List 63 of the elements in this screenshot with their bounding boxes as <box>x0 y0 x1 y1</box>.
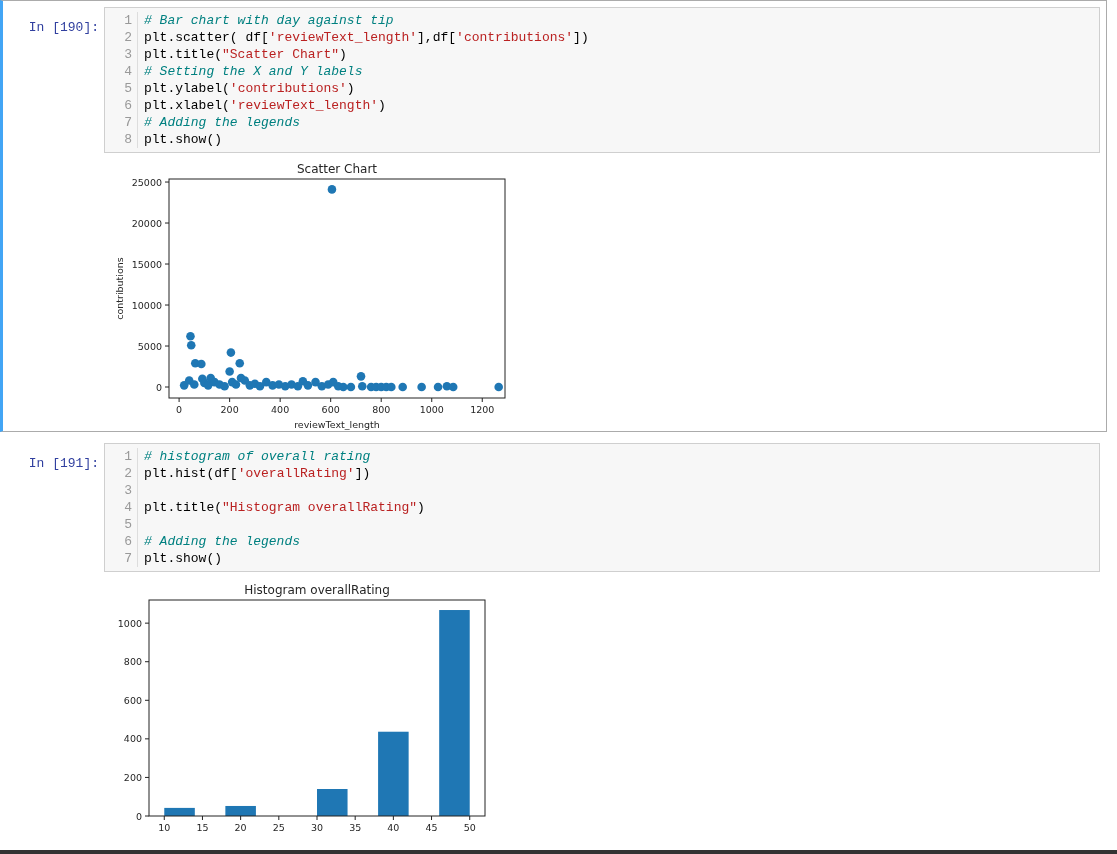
tick-label: 35 <box>349 822 362 832</box>
tick-label: 1200 <box>470 404 495 415</box>
code-line: # Adding the legends <box>144 534 301 549</box>
code-line: # Bar chart with day against tip <box>144 13 394 28</box>
line-number: 8 <box>124 132 132 147</box>
code-line: plt.scatter( df['reviewText_length'],df['contributions']) <box>144 30 589 45</box>
code-line: # histogram of overall rating <box>144 449 371 464</box>
chart-title: Scatter Chart <box>296 162 378 176</box>
chart-title: Histogram overallRating <box>244 583 390 597</box>
tick-label: 10000 <box>131 299 162 311</box>
tick-label: 600 <box>321 404 340 415</box>
line-number: 4 <box>124 500 132 515</box>
line-number: 4 <box>124 64 132 79</box>
code-line: plt.title("Scatter Chart") <box>144 47 347 62</box>
code-line: plt.title("Histogram overallRating") <box>144 500 425 515</box>
tick-label: 800 <box>372 404 391 415</box>
tick-label: 50 <box>463 822 476 832</box>
line-number: 6 <box>124 534 132 549</box>
tick-label: 20 <box>234 822 247 832</box>
tick-label: 0 <box>176 404 183 415</box>
tick-label: 45 <box>425 822 438 832</box>
axis-label: contributions <box>114 257 125 320</box>
code-line: plt.show() <box>144 551 222 566</box>
tick-label: 0 <box>155 381 162 393</box>
tick-label: 1000 <box>419 404 444 415</box>
code-line: plt.xlabel('reviewText_length') <box>144 98 386 113</box>
tick-label: 25000 <box>131 176 162 188</box>
code-editor[interactable]: 1 2 3 4 5 6 7 # histogram of overall rating plt.hist(df['overallRating']) plt.title("Histogram overallRating") # Adding the legends plt.show() <box>104 443 1100 572</box>
tick-label: 800 <box>123 656 142 668</box>
axis-label: reviewText_length <box>294 419 380 430</box>
cell-prompt: In [190]: <box>27 19 100 37</box>
tick-label: 15 <box>196 822 209 832</box>
line-number: 3 <box>124 47 132 62</box>
code-line: # Setting the X and Y labels <box>144 64 363 79</box>
tick-label: 10 <box>158 822 171 832</box>
tick-label: 400 <box>123 733 142 745</box>
tick-label: 0 <box>135 810 142 822</box>
tick-label: 1000 <box>117 617 142 629</box>
tick-label: 25 <box>272 822 285 832</box>
code-line: # Adding the legends <box>144 115 301 130</box>
line-number: 2 <box>124 30 132 45</box>
tick-label: 200 <box>123 771 142 783</box>
code-line: plt.hist(df['overallRating']) <box>144 466 371 481</box>
line-number: 6 <box>124 98 132 113</box>
cell-prompt: In [191]: <box>27 455 100 473</box>
line-number: 5 <box>124 81 132 96</box>
line-number: 7 <box>124 551 132 566</box>
line-number: 7 <box>124 115 132 130</box>
line-number: 3 <box>124 483 132 498</box>
line-number: 1 <box>124 449 132 464</box>
tick-label: 200 <box>220 404 239 415</box>
line-number: 5 <box>124 517 132 532</box>
code-line: plt.show() <box>144 132 222 147</box>
tick-label: 40 <box>387 822 400 832</box>
tick-label: 30 <box>310 822 324 832</box>
tick-label: 400 <box>271 404 290 415</box>
tick-label: 20000 <box>131 217 162 229</box>
tick-label: 5000 <box>137 340 162 352</box>
line-number: 2 <box>124 466 132 481</box>
line-number: 1 <box>124 13 132 28</box>
code-line: plt.ylabel('contributions') <box>144 81 355 96</box>
tick-label: 600 <box>123 694 142 706</box>
tick-label: 15000 <box>131 258 162 270</box>
